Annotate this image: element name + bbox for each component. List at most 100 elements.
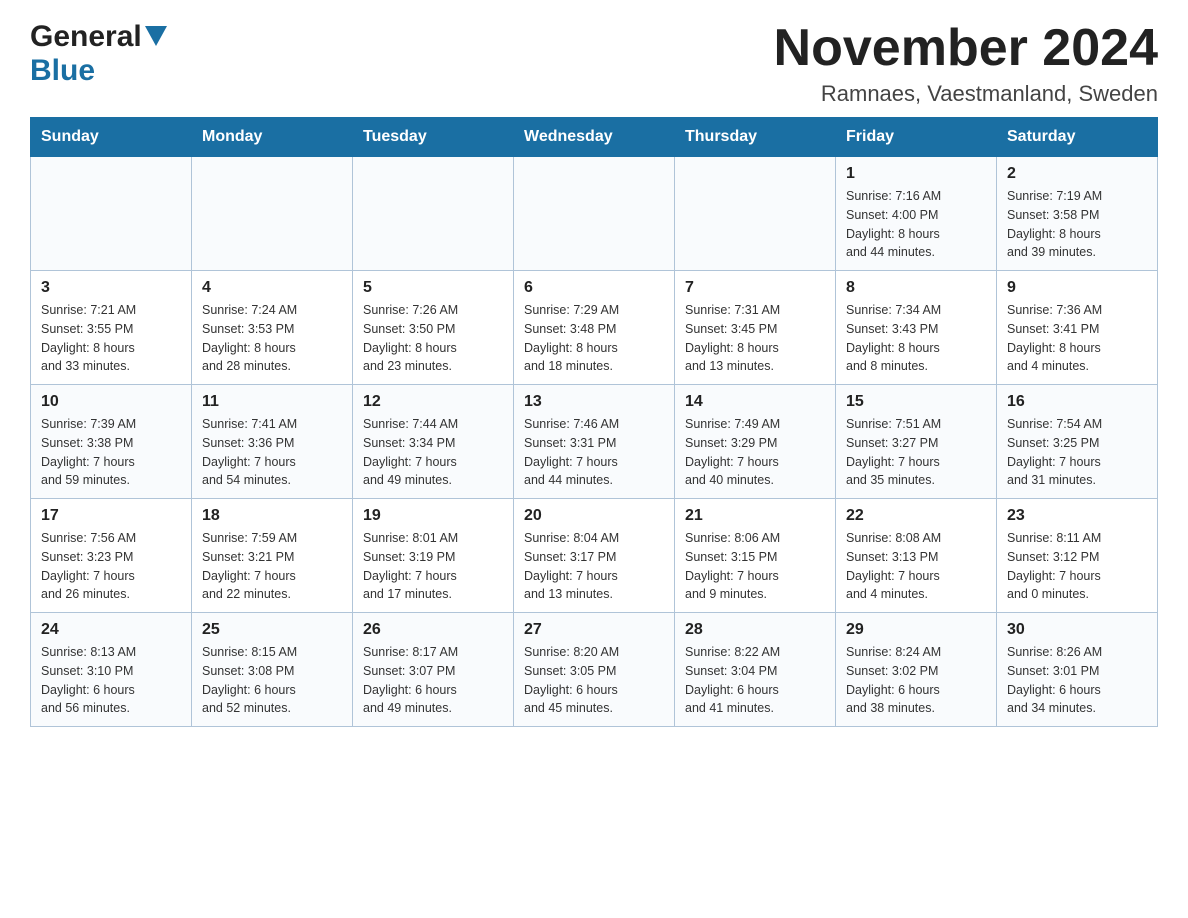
day-info: Sunrise: 8:01 AM Sunset: 3:19 PM Dayligh… <box>363 529 503 604</box>
day-number: 21 <box>685 507 825 525</box>
calendar-cell <box>31 157 192 271</box>
day-number: 15 <box>846 393 986 411</box>
weekday-header-saturday: Saturday <box>997 118 1158 157</box>
calendar-cell: 15 Sunrise: 7:51 AM Sunset: 3:27 PM Dayli… <box>836 385 997 499</box>
calendar-month-year: November 2024 <box>774 20 1158 77</box>
page-header: General Blue November 2024 Ramnaes, Vaes… <box>30 20 1158 107</box>
logo-triangle-icon <box>145 26 167 51</box>
day-info: Sunrise: 7:51 AM Sunset: 3:27 PM Dayligh… <box>846 415 986 490</box>
calendar-header-row: SundayMondayTuesdayWednesdayThursdayFrid… <box>31 118 1158 157</box>
day-info: Sunrise: 7:46 AM Sunset: 3:31 PM Dayligh… <box>524 415 664 490</box>
calendar-cell <box>514 157 675 271</box>
day-number: 2 <box>1007 165 1147 183</box>
day-info: Sunrise: 8:22 AM Sunset: 3:04 PM Dayligh… <box>685 643 825 718</box>
day-number: 4 <box>202 279 342 297</box>
day-info: Sunrise: 7:39 AM Sunset: 3:38 PM Dayligh… <box>41 415 181 490</box>
day-info: Sunrise: 8:24 AM Sunset: 3:02 PM Dayligh… <box>846 643 986 718</box>
calendar-cell: 6 Sunrise: 7:29 AM Sunset: 3:48 PM Daylig… <box>514 271 675 385</box>
day-number: 29 <box>846 621 986 639</box>
day-info: Sunrise: 7:34 AM Sunset: 3:43 PM Dayligh… <box>846 301 986 376</box>
day-info: Sunrise: 8:04 AM Sunset: 3:17 PM Dayligh… <box>524 529 664 604</box>
day-number: 6 <box>524 279 664 297</box>
calendar-table: SundayMondayTuesdayWednesdayThursdayFrid… <box>30 117 1158 727</box>
day-info: Sunrise: 7:54 AM Sunset: 3:25 PM Dayligh… <box>1007 415 1147 490</box>
day-number: 3 <box>41 279 181 297</box>
day-number: 7 <box>685 279 825 297</box>
day-number: 20 <box>524 507 664 525</box>
calendar-cell: 12 Sunrise: 7:44 AM Sunset: 3:34 PM Dayli… <box>353 385 514 499</box>
calendar-cell: 9 Sunrise: 7:36 AM Sunset: 3:41 PM Daylig… <box>997 271 1158 385</box>
day-number: 5 <box>363 279 503 297</box>
day-number: 27 <box>524 621 664 639</box>
calendar-cell: 23 Sunrise: 8:11 AM Sunset: 3:12 PM Dayli… <box>997 499 1158 613</box>
day-number: 8 <box>846 279 986 297</box>
day-info: Sunrise: 8:20 AM Sunset: 3:05 PM Dayligh… <box>524 643 664 718</box>
calendar-cell: 24Sunrise: 8:13 AM Sunset: 3:10 PM Dayli… <box>31 613 192 727</box>
day-number: 30 <box>1007 621 1147 639</box>
day-number: 14 <box>685 393 825 411</box>
calendar-cell <box>353 157 514 271</box>
logo-blue-text: Blue <box>30 54 95 87</box>
calendar-cell: 26Sunrise: 8:17 AM Sunset: 3:07 PM Dayli… <box>353 613 514 727</box>
calendar-cell: 21 Sunrise: 8:06 AM Sunset: 3:15 PM Dayli… <box>675 499 836 613</box>
calendar-cell: 22 Sunrise: 8:08 AM Sunset: 3:13 PM Dayli… <box>836 499 997 613</box>
day-info: Sunrise: 7:26 AM Sunset: 3:50 PM Dayligh… <box>363 301 503 376</box>
weekday-header-friday: Friday <box>836 118 997 157</box>
calendar-cell: 10 Sunrise: 7:39 AM Sunset: 3:38 PM Dayli… <box>31 385 192 499</box>
calendar-week-row: 10 Sunrise: 7:39 AM Sunset: 3:38 PM Dayli… <box>31 385 1158 499</box>
calendar-week-row: 24Sunrise: 8:13 AM Sunset: 3:10 PM Dayli… <box>31 613 1158 727</box>
day-number: 10 <box>41 393 181 411</box>
calendar-week-row: 3 Sunrise: 7:21 AM Sunset: 3:55 PM Daylig… <box>31 271 1158 385</box>
calendar-cell: 16 Sunrise: 7:54 AM Sunset: 3:25 PM Dayli… <box>997 385 1158 499</box>
logo: General Blue <box>30 20 167 88</box>
calendar-cell: 18Sunrise: 7:59 AM Sunset: 3:21 PM Dayli… <box>192 499 353 613</box>
day-number: 22 <box>846 507 986 525</box>
day-info: Sunrise: 7:31 AM Sunset: 3:45 PM Dayligh… <box>685 301 825 376</box>
day-info: Sunrise: 7:41 AM Sunset: 3:36 PM Dayligh… <box>202 415 342 490</box>
day-number: 1 <box>846 165 986 183</box>
day-number: 28 <box>685 621 825 639</box>
calendar-cell: 20 Sunrise: 8:04 AM Sunset: 3:17 PM Dayli… <box>514 499 675 613</box>
day-number: 13 <box>524 393 664 411</box>
calendar-cell: 1 Sunrise: 7:16 AM Sunset: 4:00 PM Daylig… <box>836 157 997 271</box>
day-info: Sunrise: 7:29 AM Sunset: 3:48 PM Dayligh… <box>524 301 664 376</box>
day-info: Sunrise: 7:21 AM Sunset: 3:55 PM Dayligh… <box>41 301 181 376</box>
day-info: Sunrise: 8:15 AM Sunset: 3:08 PM Dayligh… <box>202 643 342 718</box>
weekday-header-sunday: Sunday <box>31 118 192 157</box>
day-info: Sunrise: 7:56 AM Sunset: 3:23 PM Dayligh… <box>41 529 181 604</box>
calendar-cell: 8 Sunrise: 7:34 AM Sunset: 3:43 PM Daylig… <box>836 271 997 385</box>
logo-general-text: General <box>30 20 142 54</box>
calendar-cell: 3 Sunrise: 7:21 AM Sunset: 3:55 PM Daylig… <box>31 271 192 385</box>
day-info: Sunrise: 8:06 AM Sunset: 3:15 PM Dayligh… <box>685 529 825 604</box>
day-number: 18 <box>202 507 342 525</box>
calendar-cell: 7 Sunrise: 7:31 AM Sunset: 3:45 PM Daylig… <box>675 271 836 385</box>
day-number: 12 <box>363 393 503 411</box>
day-info: Sunrise: 8:11 AM Sunset: 3:12 PM Dayligh… <box>1007 529 1147 604</box>
day-info: Sunrise: 8:26 AM Sunset: 3:01 PM Dayligh… <box>1007 643 1147 718</box>
day-info: Sunrise: 8:08 AM Sunset: 3:13 PM Dayligh… <box>846 529 986 604</box>
calendar-cell: 13 Sunrise: 7:46 AM Sunset: 3:31 PM Dayli… <box>514 385 675 499</box>
calendar-cell: 29 Sunrise: 8:24 AM Sunset: 3:02 PM Dayli… <box>836 613 997 727</box>
day-info: Sunrise: 7:44 AM Sunset: 3:34 PM Dayligh… <box>363 415 503 490</box>
calendar-cell: 28 Sunrise: 8:22 AM Sunset: 3:04 PM Dayli… <box>675 613 836 727</box>
calendar-cell <box>675 157 836 271</box>
day-number: 25 <box>202 621 342 639</box>
calendar-cell: 14Sunrise: 7:49 AM Sunset: 3:29 PM Dayli… <box>675 385 836 499</box>
day-number: 23 <box>1007 507 1147 525</box>
day-info: Sunrise: 7:24 AM Sunset: 3:53 PM Dayligh… <box>202 301 342 376</box>
day-number: 16 <box>1007 393 1147 411</box>
day-number: 9 <box>1007 279 1147 297</box>
calendar-title-block: November 2024 Ramnaes, Vaestmanland, Swe… <box>774 20 1158 107</box>
weekday-header-thursday: Thursday <box>675 118 836 157</box>
calendar-cell: 2Sunrise: 7:19 AM Sunset: 3:58 PM Daylig… <box>997 157 1158 271</box>
calendar-cell: 19Sunrise: 8:01 AM Sunset: 3:19 PM Dayli… <box>353 499 514 613</box>
calendar-cell: 11Sunrise: 7:41 AM Sunset: 3:36 PM Dayli… <box>192 385 353 499</box>
weekday-header-wednesday: Wednesday <box>514 118 675 157</box>
day-info: Sunrise: 7:36 AM Sunset: 3:41 PM Dayligh… <box>1007 301 1147 376</box>
calendar-cell: 25 Sunrise: 8:15 AM Sunset: 3:08 PM Dayli… <box>192 613 353 727</box>
day-number: 26 <box>363 621 503 639</box>
calendar-location: Ramnaes, Vaestmanland, Sweden <box>774 81 1158 107</box>
calendar-cell: 5 Sunrise: 7:26 AM Sunset: 3:50 PM Daylig… <box>353 271 514 385</box>
calendar-week-row: 17Sunrise: 7:56 AM Sunset: 3:23 PM Dayli… <box>31 499 1158 613</box>
day-info: Sunrise: 7:16 AM Sunset: 4:00 PM Dayligh… <box>846 187 986 262</box>
